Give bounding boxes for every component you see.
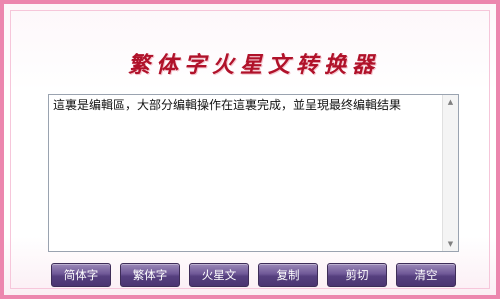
vertical-scrollbar[interactable]: ▲ ▼ (442, 95, 458, 251)
cut-button[interactable]: 剪切 (327, 263, 387, 287)
scroll-down-arrow-icon[interactable]: ▼ (443, 237, 458, 251)
martian-text-button[interactable]: 火星文 (189, 263, 249, 287)
app-window: 繁体字火星文转换器 這裏是编輯區，大部分编輯操作在這裏完成，並呈現最终编輯结果 … (0, 0, 500, 299)
edit-area[interactable]: 這裏是编輯區，大部分编輯操作在這裏完成，並呈現最终编輯结果 ▲ ▼ (48, 94, 459, 252)
scroll-up-arrow-icon[interactable]: ▲ (443, 95, 458, 109)
button-bar: 简体字 繁体字 火星文 复制 剪切 清空 (51, 263, 459, 288)
edit-area-text[interactable]: 這裏是编輯區，大部分编輯操作在這裏完成，並呈現最终编輯结果 (53, 97, 440, 249)
traditional-button[interactable]: 繁体字 (120, 263, 180, 287)
app-title: 繁体字火星文转换器 (127, 52, 380, 78)
simplified-button[interactable]: 简体字 (51, 263, 111, 287)
clear-button[interactable]: 清空 (396, 263, 456, 287)
copy-button[interactable]: 复制 (258, 263, 318, 287)
